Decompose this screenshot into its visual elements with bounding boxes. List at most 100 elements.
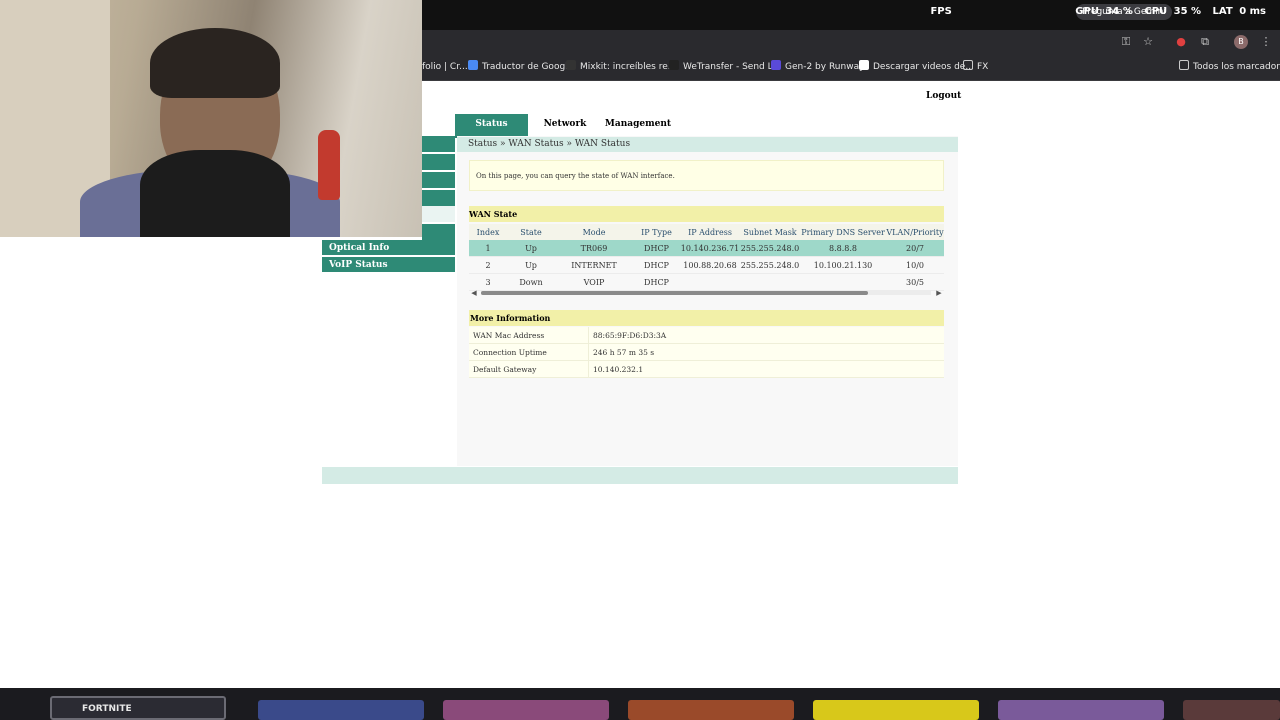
- folder-icon: [1179, 60, 1189, 70]
- translate-icon: [468, 60, 478, 70]
- table-cell: 255.255.248.0: [740, 256, 800, 274]
- column-header: IP Address: [680, 224, 740, 240]
- webcam-person-hair: [150, 28, 280, 98]
- sidebar-item[interactable]: [422, 136, 455, 152]
- taskbar-thumbnail[interactable]: [258, 700, 424, 720]
- info-row: WAN Mac Address 88:65:9F:D6:D3:3A: [469, 327, 944, 344]
- bookmark-folder-all[interactable]: Todos los marcadores: [1179, 54, 1280, 80]
- cpu-value: 35 %: [1173, 6, 1202, 17]
- gpu-value: 34 %: [1105, 6, 1133, 17]
- sidebar-item-optical-info[interactable]: Optical Info: [322, 240, 455, 256]
- sidebar-item-voip-status[interactable]: VoIP Status: [322, 257, 455, 273]
- table-cell: 255.255.248.0: [740, 240, 800, 257]
- wetransfer-icon: [669, 60, 679, 70]
- sidebar-item[interactable]: [422, 154, 455, 170]
- table-cell: TR069: [555, 240, 633, 257]
- taskbar-thumbnail[interactable]: [1183, 700, 1280, 720]
- table-cell: Up: [507, 240, 555, 257]
- mixkit-icon: [566, 60, 576, 70]
- main-nav: Status Network Management: [455, 114, 958, 138]
- taskbar-thumbnail[interactable]: [998, 700, 1164, 720]
- column-header: Mode: [555, 224, 633, 240]
- wan-state-table: Index State Mode IP Type IP Address Subnet Ma…: [469, 224, 944, 291]
- gpu-label: GPU: [1075, 6, 1099, 17]
- info-box: On this page, you can query the state of…: [469, 160, 944, 191]
- table-row[interactable]: 1 Up TR069 DHCP 10.140.236.71 255.255.248.0 8.…: [469, 240, 944, 257]
- table-cell: 1: [469, 240, 507, 257]
- info-key: Connection Uptime: [469, 343, 589, 361]
- table-cell: 10.100.21.130: [800, 256, 886, 274]
- lat-label: LAT: [1212, 6, 1233, 17]
- table-cell: INTERNET: [555, 256, 633, 274]
- taskbar-thumbnail[interactable]: [443, 700, 609, 720]
- more-information-title: More Information: [469, 310, 944, 326]
- table-cell: DHCP: [633, 256, 680, 274]
- bookmark-item[interactable]: Traductor de Google: [468, 54, 573, 80]
- bookmark-item[interactable]: Mixkit: increíbles re...: [566, 54, 676, 80]
- info-value: 10.140.232.1: [588, 360, 944, 378]
- taskbar-thumbnail[interactable]: [628, 700, 794, 720]
- logout-link[interactable]: Logout: [926, 91, 961, 101]
- sidebar-item[interactable]: [422, 172, 455, 188]
- webcam-overlay: [0, 0, 422, 237]
- lat-value: 0 ms: [1239, 6, 1266, 17]
- more-information-table: WAN Mac Address 88:65:9F:D6:D3:3A Connecti…: [469, 327, 944, 378]
- bookmark-folder[interactable]: FX: [963, 54, 988, 80]
- webcam-bottle: [318, 130, 340, 200]
- scroll-left-icon[interactable]: ◀: [469, 288, 479, 298]
- info-row: Default Gateway 10.140.232.1: [469, 360, 944, 378]
- table-cell: 20/7: [886, 240, 944, 257]
- star-icon[interactable]: ☆: [1141, 36, 1155, 48]
- wan-state-title: WAN State: [469, 206, 944, 222]
- column-header: VLAN/Priority: [886, 224, 944, 240]
- column-header: State: [507, 224, 555, 240]
- bookmark-item[interactable]: folio | Cr...: [422, 54, 468, 80]
- extensions-icon[interactable]: ⧉: [1198, 36, 1212, 48]
- table-cell: DHCP: [633, 240, 680, 257]
- scroll-thumb[interactable]: [481, 291, 868, 295]
- info-row: Connection Uptime 246 h 57 m 35 s: [469, 343, 944, 361]
- taskbar-thumbnail-fortnite[interactable]: FORTNITE: [50, 696, 226, 720]
- taskbar-thumbnail[interactable]: [813, 700, 979, 720]
- avatar[interactable]: B: [1234, 35, 1248, 49]
- tab-network[interactable]: Network: [533, 114, 597, 136]
- key-icon[interactable]: ⚿: [1119, 36, 1133, 48]
- menu-kebab-icon[interactable]: ⋮: [1259, 36, 1273, 48]
- table-cell: Up: [507, 256, 555, 274]
- cpu-label: CPU: [1144, 6, 1168, 17]
- table-cell: 10/0: [886, 256, 944, 274]
- sidebar-strip: [422, 136, 455, 240]
- scroll-track[interactable]: [481, 291, 931, 295]
- scroll-right-icon[interactable]: ▶: [934, 288, 944, 298]
- download-icon: [859, 60, 869, 70]
- webcam-person-scarf: [140, 150, 290, 237]
- sidebar-item[interactable]: [422, 224, 455, 240]
- table-cell: 10.140.236.71: [680, 240, 740, 257]
- breadcrumb: Status » WAN Status » WAN Status: [457, 137, 958, 152]
- table-cell: 100.88.20.68: [680, 256, 740, 274]
- table-cell: 2: [469, 256, 507, 274]
- fps-label: FPS: [930, 6, 952, 17]
- extension-red-icon[interactable]: ●: [1174, 36, 1188, 48]
- runway-icon: [771, 60, 781, 70]
- info-value: 246 h 57 m 35 s: [588, 343, 944, 361]
- tab-status[interactable]: Status: [455, 114, 528, 136]
- footer-bar: [322, 467, 958, 484]
- bookmark-item[interactable]: Descargar videos de...: [859, 54, 974, 80]
- performance-overlay: FPS GPU 34 % CPU 35 % LAT 0 ms: [922, 6, 1266, 24]
- column-header: Index: [469, 224, 507, 240]
- column-header: Primary DNS Server: [800, 224, 886, 240]
- table-row[interactable]: 2 Up INTERNET DHCP 100.88.20.68 255.255.248.0…: [469, 256, 944, 274]
- column-header: IP Type: [633, 224, 680, 240]
- table-cell: 8.8.8.8: [800, 240, 886, 257]
- tab-management[interactable]: Management: [603, 114, 673, 136]
- horizontal-scrollbar[interactable]: ◀ ▶: [469, 288, 944, 298]
- info-value: 88:65:9F:D6:D3:3A: [588, 327, 944, 344]
- bookmark-item[interactable]: Gen-2 by Runway: [771, 54, 864, 80]
- bookmark-item[interactable]: WeTransfer - Send L...: [669, 54, 781, 80]
- sidebar-item[interactable]: [422, 190, 455, 206]
- info-key: Default Gateway: [469, 360, 589, 378]
- column-header: Subnet Mask: [740, 224, 800, 240]
- sidebar-item-selected[interactable]: [422, 206, 455, 222]
- info-key: WAN Mac Address: [469, 327, 589, 344]
